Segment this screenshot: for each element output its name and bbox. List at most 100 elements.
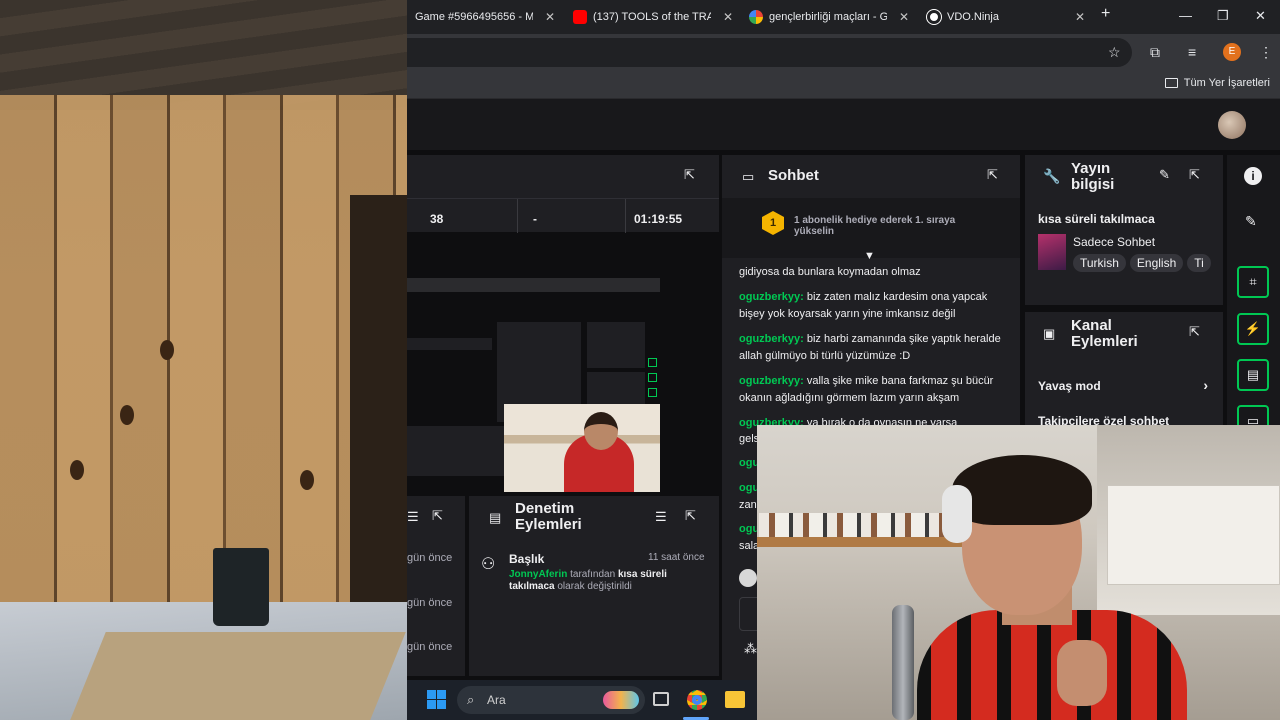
browser-tab[interactable]: Game #5966495656 - Mine ✕ — [415, 4, 555, 30]
address-bar[interactable] — [407, 38, 1132, 67]
bookmarks-bar: Tüm Yer İşaretleri — [407, 70, 1280, 98]
door-frame — [350, 195, 407, 625]
filter-icon[interactable]: ☰ — [655, 509, 667, 525]
chat-username[interactable]: oguzberkyy — [739, 375, 800, 387]
browser-tab[interactable]: (137) TOOLS of the TRADE ✕ — [573, 4, 733, 30]
tag-list: Turkish English Ti — [1073, 254, 1213, 272]
user-avatar[interactable] — [1218, 111, 1246, 139]
divider — [517, 199, 518, 233]
settings-dots-icon[interactable]: ⁂ — [744, 641, 757, 657]
taskbar-search[interactable]: ⌕ Ara — [457, 686, 645, 714]
vdo-ninja-icon — [926, 9, 942, 25]
stream-info-title: Yayın bilgisi — [1071, 160, 1115, 193]
close-window-icon[interactable]: ✕ — [1255, 8, 1266, 24]
youtube-icon — [573, 10, 587, 24]
extensions-icon[interactable]: ⧉ — [1150, 44, 1160, 61]
person-hair — [952, 455, 1092, 525]
chat-bubble-icon: ▭ — [742, 169, 755, 184]
chevron-right-icon: › — [1203, 377, 1208, 393]
shelf — [757, 537, 962, 547]
cabinet — [1107, 485, 1280, 585]
chat-username[interactable]: oguzberkyy — [739, 333, 800, 345]
task-view-icon[interactable] — [653, 692, 669, 706]
preview-button — [648, 358, 657, 367]
file-explorer-icon[interactable] — [725, 691, 745, 708]
windows-start-icon[interactable] — [427, 690, 446, 709]
stats-panel-header: ⇱ — [407, 155, 719, 198]
stream-preview — [407, 278, 660, 492]
popout-icon[interactable]: ⇱ — [432, 508, 443, 524]
chat-message: gidiyosa da bunlara koymadan olmaz — [739, 264, 1007, 281]
preview-panel — [407, 338, 492, 350]
preview-panel — [407, 426, 507, 476]
shield-icon: ▤ — [489, 510, 502, 525]
wood-knot — [300, 470, 314, 490]
tag[interactable]: Turkish — [1073, 254, 1126, 272]
popout-icon[interactable]: ⇱ — [1189, 167, 1200, 183]
chat-text: gidiyosa da bunlara koymadan olmaz — [739, 266, 921, 278]
media-control-icon[interactable]: ≡ — [1188, 44, 1196, 60]
right-webcam-overlay — [757, 425, 1280, 720]
stream-title: kısa süreli takılmaca — [1038, 212, 1155, 226]
tag[interactable]: Ti — [1187, 254, 1211, 272]
preview-panel — [587, 322, 645, 368]
viewer-count: 38 — [430, 212, 444, 226]
menu-kebab-icon[interactable]: ⋮ — [1259, 44, 1273, 61]
close-icon[interactable]: ✕ — [723, 10, 733, 24]
star-icon[interactable]: ☆ — [1108, 44, 1121, 61]
person-shirt — [917, 610, 1187, 720]
chat-message: oguzberkyy: biz harbi zamanında şike yap… — [739, 333, 1001, 362]
chat-username[interactable]: oguzberkyy — [739, 291, 800, 303]
browser-tab-bar: Game #5966495656 - Mine ✕ (137) TOOLS of… — [407, 0, 1280, 34]
folder-icon — [1164, 78, 1178, 88]
preview-button — [648, 388, 657, 397]
restore-icon[interactable]: ❐ — [1217, 8, 1229, 24]
collapse-icon[interactable]: ▼ — [864, 250, 875, 262]
close-icon[interactable]: ✕ — [899, 10, 909, 24]
chat-message: oguzberkyy: valla şike mike bana farkmaz… — [739, 375, 994, 404]
popout-icon[interactable]: ⇱ — [684, 167, 695, 183]
chat-message: oguzberkyy: biz zaten malız kardesim ona… — [739, 291, 988, 320]
category-name[interactable]: Sadece Sohbet — [1073, 235, 1155, 249]
all-bookmarks-button[interactable]: Tüm Yer İşaretleri — [1164, 77, 1270, 89]
wrench-icon: 🔧 — [1043, 168, 1061, 184]
lightning-button[interactable]: ⚡ — [1237, 313, 1269, 345]
clip-button[interactable]: ⌗ — [1237, 266, 1269, 298]
preview-head — [584, 412, 618, 450]
notes-button[interactable]: ▤ — [1237, 359, 1269, 391]
browser-tab[interactable]: gençlerbirliği maçları - Goo ✕ — [749, 4, 909, 30]
follower-count: - — [533, 212, 537, 226]
uptime: 01:19:55 — [634, 212, 683, 226]
wood-knot — [70, 460, 84, 480]
top-nav — [407, 98, 1280, 150]
minimize-icon[interactable]: — — [1179, 8, 1192, 23]
mod-entry-user[interactable]: JonnyAferin — [509, 569, 567, 580]
info-icon[interactable]: i — [1244, 167, 1262, 185]
tag[interactable]: English — [1129, 254, 1184, 272]
edit-pencil-icon[interactable]: ✎ — [1159, 167, 1170, 183]
headphones — [942, 485, 972, 543]
popout-icon[interactable]: ⇱ — [987, 167, 998, 183]
popout-icon[interactable]: ⇱ — [685, 508, 696, 524]
close-icon[interactable]: ✕ — [545, 10, 555, 24]
browser-tab-active[interactable]: VDO.Ninja ✕ — [926, 4, 1085, 30]
close-icon[interactable]: ✕ — [1075, 10, 1085, 24]
filter-icon[interactable]: ☰ — [407, 509, 419, 525]
new-tab-plus-icon[interactable]: + — [1101, 5, 1110, 23]
left-webcam-overlay — [0, 0, 407, 720]
channel-actions-panel: ▣ Kanal Eylemleri ⇱ Yavaş mod › Takipçil… — [1025, 312, 1223, 432]
popout-icon[interactable]: ⇱ — [1189, 324, 1200, 340]
preview-webcam — [504, 404, 660, 492]
category-boxart[interactable] — [1038, 234, 1066, 270]
mod-entry-time: 11 saat önce — [648, 552, 705, 563]
profile-avatar[interactable]: E — [1223, 43, 1241, 61]
chrome-icon[interactable] — [687, 690, 707, 710]
stream-info-panel: 🔧 Yayın bilgisi ✎ ⇱ kısa süreli takılmac… — [1025, 155, 1223, 305]
tab-title: (137) TOOLS of the TRADE — [593, 11, 711, 23]
gift-text: 1 abonelik hediye ederek 1. sıraya yükse… — [794, 215, 956, 237]
edit-pencil-icon[interactable]: ✎ — [1245, 213, 1257, 230]
plant-pot — [213, 548, 269, 626]
actions-icon: ▣ — [1043, 326, 1056, 341]
slow-mode-row[interactable]: Yavaş mod › — [1038, 377, 1208, 393]
cardboard-box — [70, 632, 406, 720]
